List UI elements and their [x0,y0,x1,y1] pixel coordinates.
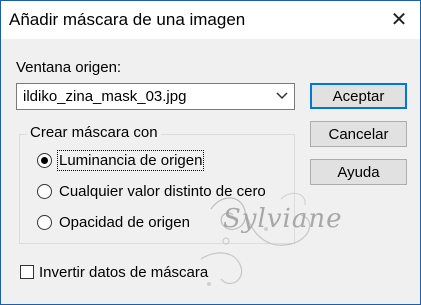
radio-opacity[interactable] [37,215,52,230]
radio-selected-dot [41,157,48,164]
close-icon: ✕ [390,9,408,31]
radio-opacity-label[interactable]: Opacidad de origen [59,214,190,231]
accept-button[interactable]: Aceptar [310,83,407,109]
source-window-value: ildiko_zina_mask_03.jpg [23,88,187,105]
source-window-select[interactable]: ildiko_zina_mask_03.jpg [16,83,295,110]
source-window-label: Ventana origen: [16,59,122,76]
radio-nonzero[interactable] [37,184,52,199]
mask-options-title: Crear máscara con [27,124,161,141]
title-bar: Añadir máscara de una imagen ✕ [1,1,420,39]
watermark-signature: Sylviane [223,204,343,234]
chevron-down-icon [276,92,288,100]
radio-luminance-label[interactable]: Luminancia de origen [56,150,205,171]
invert-mask-checkbox[interactable] [20,265,34,279]
dialog-window: Añadir máscara de una imagen ✕ Ventana o… [0,0,421,305]
invert-mask-label[interactable]: Invertir datos de máscara [39,264,208,281]
cancel-button[interactable]: Cancelar [310,121,407,147]
help-button[interactable]: Ayuda [310,159,407,185]
close-button[interactable]: ✕ [384,5,414,35]
dialog-title: Añadir máscara de una imagen [9,10,246,29]
dialog-body: Ventana origen: ildiko_zina_mask_03.jpg … [1,39,420,304]
radio-luminance[interactable] [37,153,52,168]
